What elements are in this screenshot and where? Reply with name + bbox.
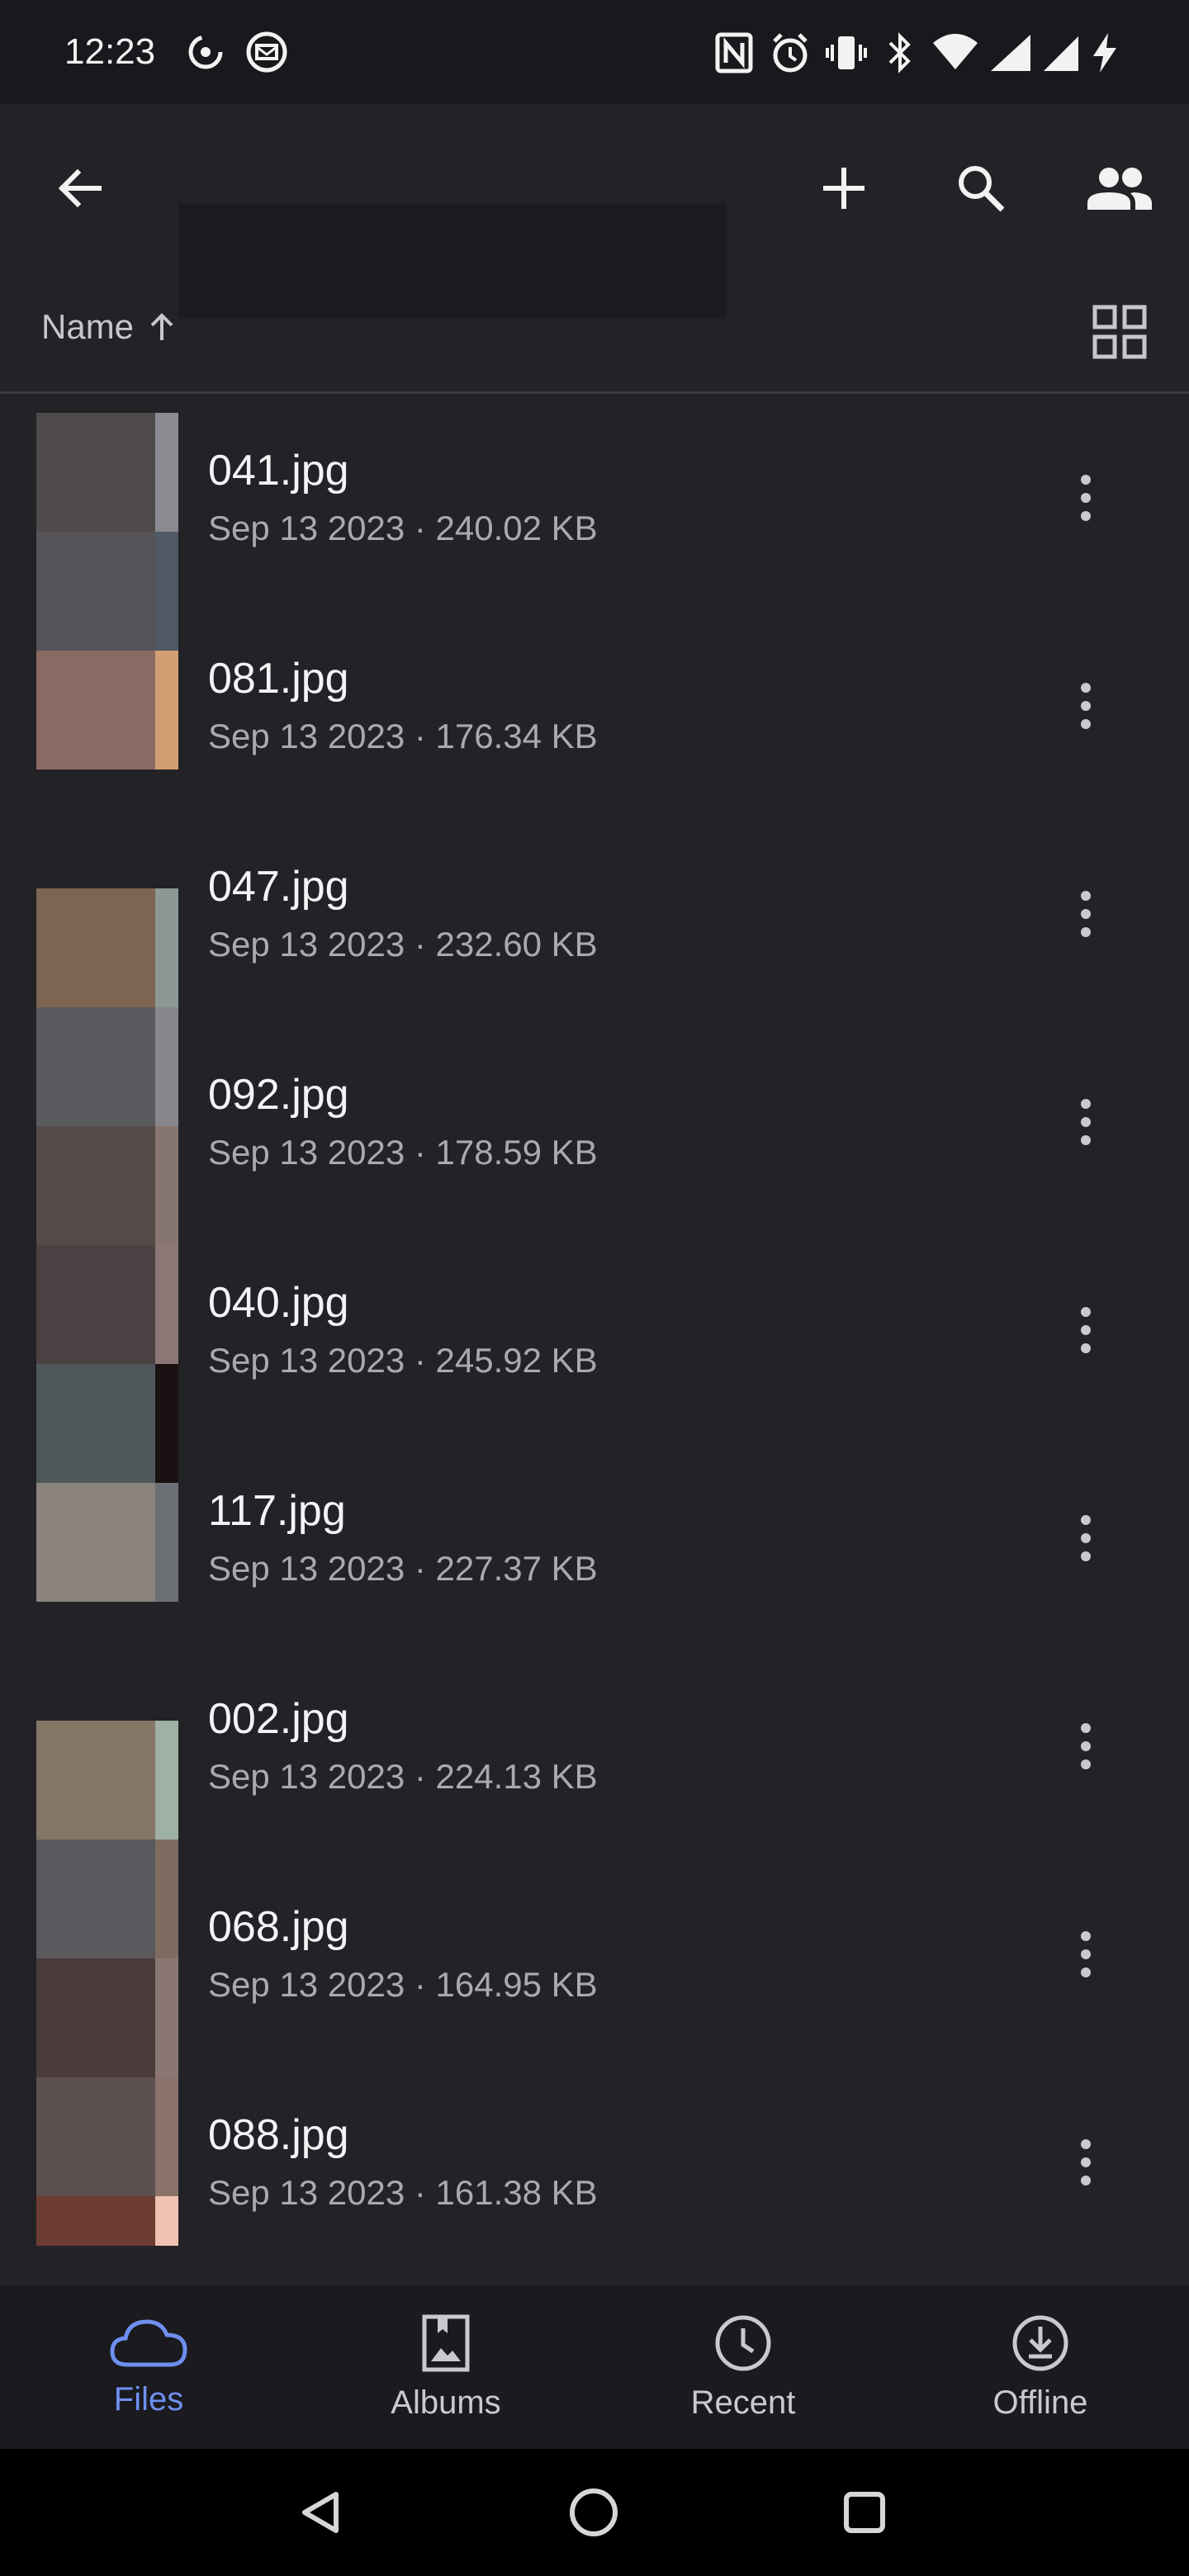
bottom-nav: Files Albums Recent Offline	[0, 2285, 1189, 2449]
sync-icon	[183, 30, 228, 74]
bluetooth-icon	[885, 31, 915, 74]
more-options-button[interactable]	[1065, 1293, 1106, 1367]
sort-by-name-button[interactable]: Name	[41, 307, 178, 347]
file-meta: Sep 13 2023 · 176.34 KB	[208, 717, 598, 755]
back-button[interactable]	[40, 149, 119, 228]
file-name: 041.jpg	[208, 447, 349, 495]
nav-label: Files	[113, 2380, 184, 2417]
signal-icon	[1042, 31, 1080, 74]
file-meta: Sep 13 2023 · 240.02 KB	[208, 509, 598, 547]
more-options-button[interactable]	[1065, 877, 1106, 951]
file-row[interactable]: 092.jpg Sep 13 2023 · 178.59 KB	[0, 1027, 1189, 1235]
system-recents-button[interactable]	[836, 2484, 893, 2541]
more-options-button[interactable]	[1065, 1709, 1106, 1783]
more-options-button[interactable]	[1065, 1917, 1106, 1991]
cloud-icon	[110, 2318, 187, 2366]
more-options-button[interactable]	[1065, 1085, 1106, 1159]
file-meta: Sep 13 2023 · 164.95 KB	[208, 1965, 598, 2004]
file-row[interactable]: 047.jpg Sep 13 2023 · 232.60 KB	[0, 819, 1189, 1027]
triangle-back-icon	[302, 2492, 339, 2533]
more-options-button[interactable]	[1065, 669, 1106, 743]
nav-recent[interactable]: Recent	[594, 2285, 892, 2449]
file-meta: Sep 13 2023 · 232.60 KB	[208, 925, 598, 964]
file-row[interactable]: 081.jpg Sep 13 2023 · 176.34 KB	[0, 611, 1189, 819]
nfc-icon	[715, 31, 753, 74]
file-name: 002.jpg	[208, 1695, 349, 1743]
nav-files[interactable]: Files	[0, 2285, 297, 2449]
file-meta: Sep 13 2023 · 245.92 KB	[208, 1341, 598, 1380]
file-row[interactable]: 117.jpg Sep 13 2023 · 227.37 KB	[0, 1443, 1189, 1651]
shared-people-button[interactable]	[1078, 149, 1161, 228]
file-name: 081.jpg	[208, 655, 349, 703]
search-button[interactable]	[941, 149, 1021, 228]
grid-icon	[1092, 305, 1147, 359]
download-icon	[1012, 2315, 1068, 2370]
file-list: 041.jpg Sep 13 2023 · 240.02 KB 081.jpg …	[0, 403, 1189, 2285]
system-nav-bar	[0, 2449, 1189, 2576]
album-icon	[422, 2314, 470, 2371]
file-meta: Sep 13 2023 · 224.13 KB	[208, 1757, 598, 1796]
file-name: 088.jpg	[208, 2111, 349, 2159]
file-row[interactable]: 002.jpg Sep 13 2023 · 224.13 KB	[0, 1651, 1189, 1859]
file-meta: Sep 13 2023 · 178.59 KB	[208, 1133, 598, 1172]
status-bar: 12:23	[0, 0, 1189, 104]
file-meta: Sep 13 2023 · 227.37 KB	[208, 1549, 598, 1588]
wifi-icon	[931, 31, 979, 74]
more-options-button[interactable]	[1065, 1501, 1106, 1575]
arrow-up-icon	[150, 313, 173, 340]
add-button[interactable]	[804, 149, 883, 228]
clock-icon	[715, 2315, 771, 2370]
file-row[interactable]: 068.jpg Sep 13 2023 · 164.95 KB	[0, 1859, 1189, 2067]
app-bar	[0, 104, 1189, 319]
divider	[0, 391, 1189, 394]
plus-icon	[823, 168, 865, 209]
nav-albums[interactable]: Albums	[297, 2285, 594, 2449]
file-name: 117.jpg	[208, 1487, 346, 1535]
sort-label: Name	[41, 307, 135, 346]
nav-label: Offline	[992, 2384, 1088, 2421]
search-icon	[959, 166, 1005, 212]
system-back-button[interactable]	[292, 2484, 350, 2541]
circle-home-icon	[570, 2488, 618, 2536]
more-options-button[interactable]	[1065, 2125, 1106, 2200]
file-meta: Sep 13 2023 · 161.38 KB	[208, 2173, 598, 2212]
signal-icon	[988, 31, 1034, 74]
vibrate-icon	[826, 31, 867, 74]
arrow-left-icon	[58, 168, 102, 208]
file-row[interactable]: 088.jpg Sep 13 2023 · 161.38 KB	[0, 2067, 1189, 2275]
alarm-icon	[770, 31, 811, 74]
battery-charging-icon	[1088, 31, 1121, 74]
status-time: 12:23	[64, 31, 156, 72]
view-toggle-button[interactable]	[1087, 299, 1153, 365]
file-name: 040.jpg	[208, 1279, 349, 1327]
nav-offline[interactable]: Offline	[892, 2285, 1189, 2449]
nav-label: Recent	[690, 2384, 796, 2421]
square-recents-icon	[844, 2492, 885, 2533]
file-name: 092.jpg	[208, 1071, 349, 1119]
system-home-button[interactable]	[565, 2484, 623, 2541]
file-row[interactable]: 040.jpg Sep 13 2023 · 245.92 KB	[0, 1235, 1189, 1443]
people-icon	[1087, 168, 1152, 210]
more-options-button[interactable]	[1065, 461, 1106, 535]
file-row[interactable]: 041.jpg Sep 13 2023 · 240.02 KB	[0, 403, 1189, 611]
nav-label: Albums	[391, 2384, 501, 2421]
file-name: 047.jpg	[208, 863, 349, 911]
mail-icon	[244, 30, 289, 74]
file-name: 068.jpg	[208, 1903, 349, 1951]
